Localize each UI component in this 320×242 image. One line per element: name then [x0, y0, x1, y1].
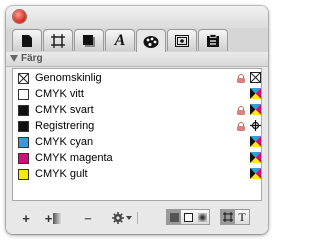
add-from-document-button[interactable]: +: [42, 210, 64, 226]
tab-strip: A: [6, 28, 268, 53]
separator: [137, 212, 138, 224]
swatches-panel: A Färg Genomskinlig CMYK vitt CMYK svart…: [6, 6, 268, 234]
bottom-toolbar: + + − T: [6, 203, 268, 234]
title-bar: [6, 6, 268, 28]
color-row[interactable]: CMYK magenta: [13, 150, 261, 166]
cmyk-mode-icon: [250, 104, 261, 115]
color-list: Genomskinlig CMYK vitt CMYK svart Regist…: [12, 68, 262, 201]
cmyk-mode-icon: [250, 152, 261, 163]
lock-icon: [237, 106, 245, 115]
palette-icon: [143, 35, 159, 48]
frame-option[interactable]: [181, 210, 195, 224]
color-name: Genomskinlig: [35, 72, 102, 84]
frame-icon: [223, 212, 233, 222]
tab-shadow[interactable]: [74, 29, 104, 51]
color-name: CMYK cyan: [35, 136, 94, 148]
apply-target-segmented-control: T: [220, 209, 250, 225]
color-swatch: [18, 121, 29, 132]
radial-gradient-icon: [197, 212, 207, 222]
chevron-down-icon: [126, 216, 132, 220]
page-icon: [22, 34, 32, 47]
color-row[interactable]: CMYK cyan: [13, 134, 261, 150]
color-swatch: [18, 153, 29, 164]
close-button[interactable]: [13, 10, 26, 23]
tab-transform[interactable]: [43, 29, 73, 51]
color-swatch: [18, 73, 29, 84]
solid-fill-option[interactable]: [167, 210, 181, 224]
color-name: CMYK gult: [35, 168, 88, 180]
gradient-swatch-icon: [53, 212, 62, 224]
disclosure-triangle-icon[interactable]: [10, 55, 18, 62]
tab-character[interactable]: A: [105, 29, 135, 51]
remove-label: −: [84, 210, 92, 226]
cmyk-mode-icon: [250, 136, 261, 147]
color-row[interactable]: CMYK vitt: [13, 86, 261, 102]
cmyk-mode-icon: [250, 88, 261, 99]
radial-fill-option[interactable]: [195, 210, 209, 224]
container-target-option[interactable]: [221, 210, 235, 224]
tab-image[interactable]: [167, 29, 197, 51]
tab-swatches[interactable]: [136, 29, 166, 53]
frame-icon: [51, 33, 65, 48]
section-title: Färg: [21, 53, 43, 64]
color-name: Registrering: [35, 120, 95, 132]
text-t-icon: T: [238, 209, 246, 224]
add-color-button[interactable]: +: [20, 210, 32, 226]
gear-icon: [112, 212, 124, 224]
lock-icon: [237, 122, 245, 131]
tab-paste[interactable]: [198, 29, 228, 51]
remove-color-button[interactable]: −: [82, 210, 94, 226]
cmyk-mode-icon: [250, 168, 261, 179]
image-icon: [175, 34, 189, 47]
action-menu-button[interactable]: [110, 211, 134, 225]
hollow-square-icon: [183, 212, 193, 222]
box-shadow-icon: [83, 34, 95, 47]
color-name: CMYK svart: [35, 104, 94, 116]
add-label: +: [22, 210, 30, 226]
color-row[interactable]: Registrering: [13, 118, 261, 134]
solid-square-icon: [169, 212, 179, 222]
italic-a-icon: A: [114, 31, 126, 49]
lock-icon: [237, 74, 245, 83]
tab-fill-stroke[interactable]: [12, 29, 42, 51]
color-row[interactable]: CMYK svart: [13, 102, 261, 118]
color-row[interactable]: CMYK gult: [13, 166, 261, 182]
clipboard-icon: [207, 33, 219, 47]
color-swatch: [18, 169, 29, 180]
color-row[interactable]: Genomskinlig: [13, 70, 261, 86]
color-swatch: [18, 105, 29, 116]
text-target-option[interactable]: T: [235, 210, 249, 224]
fill-mode-segmented-control: [166, 209, 210, 225]
color-name: CMYK magenta: [35, 152, 113, 164]
color-swatch: [18, 89, 29, 100]
none-mode-icon: [250, 72, 261, 83]
color-name: CMYK vitt: [35, 88, 84, 100]
add-label: +: [44, 210, 53, 226]
color-swatch: [18, 137, 29, 148]
section-header-color[interactable]: Färg: [6, 52, 268, 67]
registration-mode-icon: [250, 120, 261, 131]
